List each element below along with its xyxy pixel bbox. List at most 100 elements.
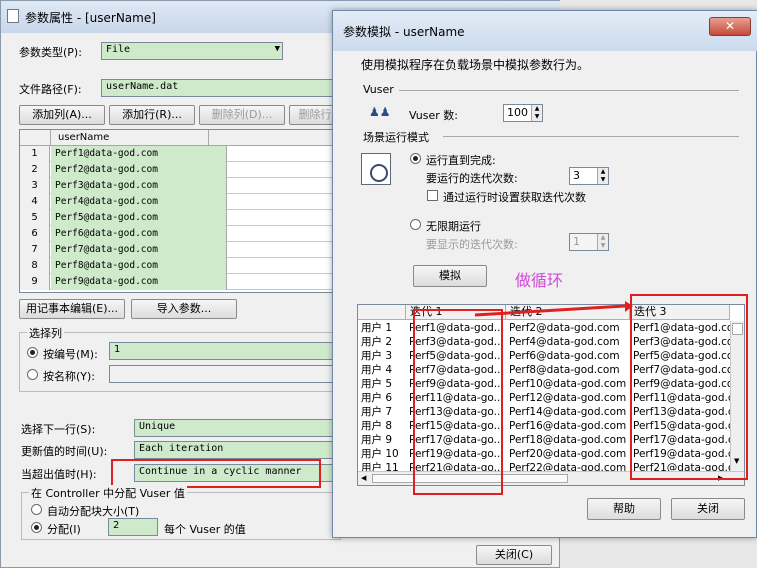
table-cell: Perf14@data-god.com	[509, 406, 627, 418]
param-type-select[interactable]: File ▼	[101, 42, 283, 60]
file-path-label: 文件路径(F):	[19, 83, 82, 96]
row-number: 7	[20, 242, 50, 258]
iterations-spinner[interactable]: 3 ▲ ▼	[569, 167, 609, 185]
by-number-label: 按编号(M):	[43, 348, 98, 361]
spinner-arrows-icon[interactable]: ▲ ▼	[597, 168, 608, 184]
vuser-allocation-label: 在 Controller 中分配 Vuser 值	[29, 485, 187, 501]
table-cell: Perf20@data-god.com	[509, 448, 627, 460]
select-next-row-label: 选择下一行(S):	[21, 423, 96, 436]
table-row[interactable]: 9 Perf9@data-god.com	[20, 274, 338, 290]
row-number: 9	[20, 274, 50, 290]
row-number: 8	[20, 258, 50, 274]
user-label: 用户 9	[361, 434, 393, 446]
table-row[interactable]: 3 Perf3@data-god.com	[20, 178, 338, 194]
column-header[interactable]	[358, 305, 406, 320]
table-cell[interactable]: Perf7@data-god.com	[51, 242, 227, 258]
table-row[interactable]: 4 Perf4@data-god.com	[20, 194, 338, 210]
iterations-value: 3	[573, 169, 580, 182]
vuser-count-spinner[interactable]: 100 ▲ ▼	[503, 104, 543, 122]
spinner-arrows-icon[interactable]: ▲ ▼	[531, 105, 542, 121]
scenario-mode-label: 场景运行模式	[363, 131, 429, 144]
parameter-simulation-window: 参数模拟 - userName ✕ 使用模拟程序在负载场景中模拟参数行为。 Vu…	[332, 10, 757, 538]
add-column-button[interactable]: 添加列(A)...	[19, 105, 105, 125]
table-row[interactable]: 1 Perf1@data-god.com	[20, 146, 338, 162]
row-number: 4	[20, 194, 50, 210]
import-parameters-button[interactable]: 导入参数...	[131, 299, 237, 319]
select-next-row-select[interactable]: Unique	[134, 419, 341, 437]
table-row[interactable]: 8 Perf8@data-god.com	[20, 258, 338, 274]
add-row-button[interactable]: 添加行(R)...	[109, 105, 195, 125]
allocate-label: 分配(I)	[47, 523, 81, 536]
param-type-label: 参数类型(P):	[19, 46, 82, 59]
table-cell: Perf4@data-god.com	[509, 336, 620, 348]
annotation-arrow-icon	[474, 301, 633, 317]
run-until-complete-radio[interactable]	[410, 153, 421, 164]
iterations-label: 要运行的迭代次数:	[426, 172, 518, 185]
user-label: 用户 4	[361, 364, 393, 376]
user-label: 用户 6	[361, 392, 393, 404]
users-icon: ♟♟	[369, 105, 391, 119]
table-row[interactable]: 7 Perf7@data-god.com	[20, 242, 338, 258]
scroll-left-icon[interactable]: ◀	[361, 474, 366, 482]
help-button[interactable]: 帮助	[587, 498, 661, 520]
highlight-box-cyclic	[111, 459, 321, 488]
vuser-count-label: Vuser 数:	[409, 109, 458, 122]
edit-with-notepad-button[interactable]: 用记事本编辑(E)...	[19, 299, 125, 319]
run-indefinitely-radio[interactable]	[410, 219, 421, 230]
table-cell[interactable]: Perf9@data-god.com	[51, 274, 227, 290]
table-cell: Perf8@data-god.com	[509, 364, 620, 376]
highlight-box-iteration-3	[630, 294, 748, 480]
by-number-radio[interactable]	[27, 347, 38, 358]
display-iterations-spinner[interactable]: 1 ▲ ▼	[569, 233, 609, 251]
simulate-button[interactable]: 模拟	[413, 265, 487, 287]
table-row[interactable]: 5 Perf5@data-god.com	[20, 210, 338, 226]
table-cell[interactable]: Perf4@data-god.com	[51, 194, 227, 210]
by-name-select[interactable]	[109, 365, 341, 383]
table-cell[interactable]: Perf5@data-god.com	[51, 210, 227, 226]
runtime-settings-label: 通过运行时设置获取迭代次数	[443, 191, 586, 204]
close-button[interactable]: 关闭	[671, 498, 745, 520]
divider	[443, 136, 739, 137]
chevron-down-icon[interactable]: ▼	[275, 44, 280, 54]
select-column-label: 选择列	[27, 325, 64, 341]
delete-column-button[interactable]: 删除列(D)...	[199, 105, 285, 125]
table-cell[interactable]: Perf6@data-god.com	[51, 226, 227, 242]
row-number: 1	[20, 146, 50, 162]
allocate-radio[interactable]	[31, 522, 42, 533]
vuser-count-value: 100	[507, 106, 528, 119]
grid-column-header[interactable]: userName	[58, 132, 109, 143]
back-close-button[interactable]: 关闭(C)	[476, 545, 552, 565]
by-number-input[interactable]: 1	[109, 342, 341, 360]
auto-allocate-label: 自动分配块大小(T)	[47, 505, 140, 518]
display-iterations-value: 1	[573, 235, 580, 248]
window-title: 参数模拟 - userName	[343, 25, 465, 39]
allocate-input[interactable]: 2	[108, 518, 158, 536]
clock-face	[370, 164, 388, 182]
file-path-input[interactable]: userName.dat	[101, 79, 341, 97]
table-cell[interactable]: Perf1@data-god.com	[51, 146, 227, 162]
by-name-radio[interactable]	[27, 369, 38, 380]
grid-header: userName	[20, 130, 338, 146]
parameter-data-grid[interactable]: userName 1 Perf1@data-god.com 2 Perf2@data-…	[19, 129, 339, 293]
row-number: 6	[20, 226, 50, 242]
run-until-complete-label: 运行直到完成:	[426, 154, 496, 167]
close-icon[interactable]: ✕	[709, 17, 751, 36]
runtime-settings-checkbox[interactable]	[427, 190, 438, 201]
table-cell[interactable]: Perf3@data-god.com	[51, 178, 227, 194]
user-label: 用户 7	[361, 406, 393, 418]
by-name-label: 按名称(Y):	[43, 370, 96, 383]
grid-corner	[20, 130, 51, 146]
table-cell[interactable]: Perf8@data-god.com	[51, 258, 227, 274]
run-indefinitely-label: 无限期运行	[426, 220, 481, 233]
update-value-select[interactable]: Each iteration	[134, 441, 341, 459]
spinner-arrows-icon[interactable]: ▲ ▼	[597, 234, 608, 250]
table-row[interactable]: 6 Perf6@data-god.com	[20, 226, 338, 242]
display-iterations-label: 要显示的迭代次数:	[426, 238, 518, 251]
table-cell[interactable]: Perf2@data-god.com	[51, 162, 227, 178]
row-number: 2	[20, 162, 50, 178]
table-cell: Perf12@data-god.com	[509, 392, 627, 404]
user-label: 用户 2	[361, 336, 393, 348]
table-row[interactable]: 2 Perf2@data-god.com	[20, 162, 338, 178]
highlight-box-iteration-1	[413, 309, 503, 495]
auto-allocate-radio[interactable]	[31, 504, 42, 515]
